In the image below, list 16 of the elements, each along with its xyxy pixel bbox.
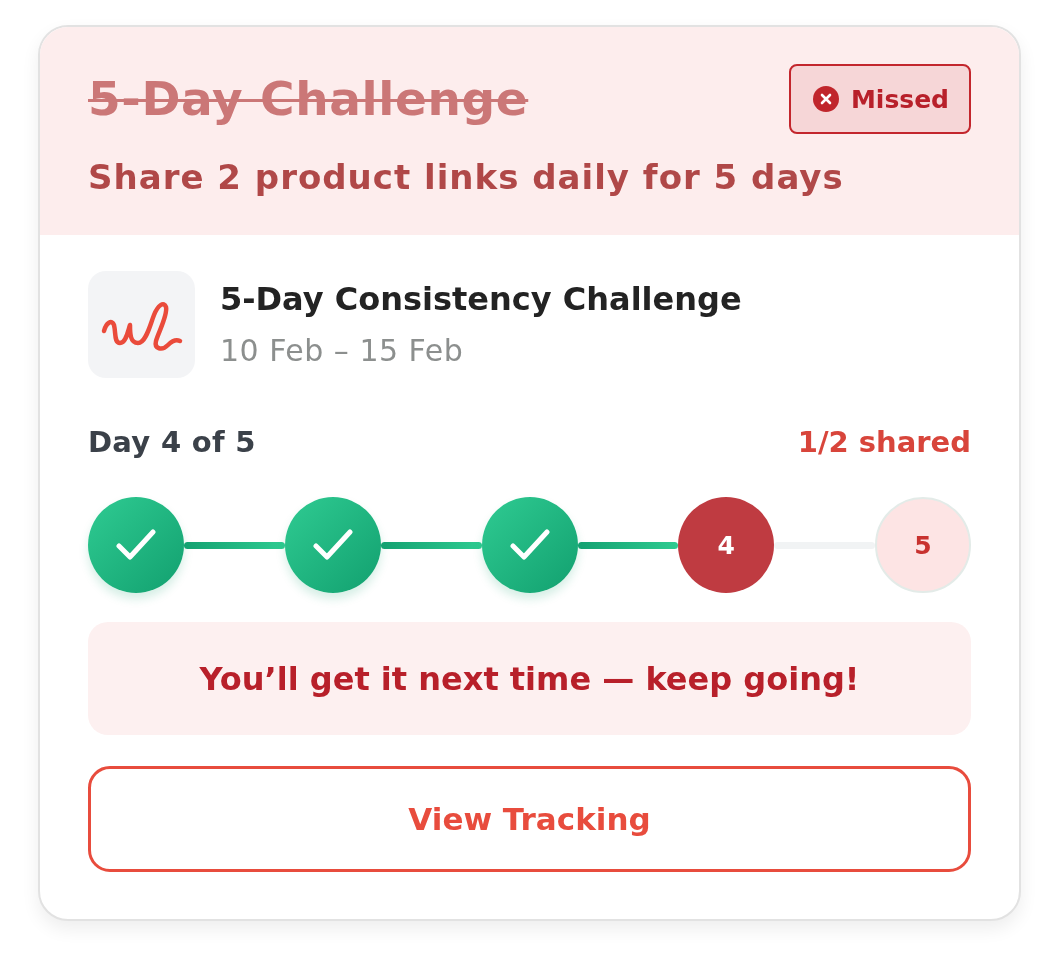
challenge-title: 5-Day Challenge [88,71,529,127]
script-logo-icon [88,271,195,378]
view-tracking-button[interactable]: View Tracking [88,766,971,872]
challenge-name: 5-Day Consistency Challenge [220,279,742,319]
check-icon [509,529,550,561]
day-step: 5 [875,497,971,593]
challenge-subtitle: Share 2 product links daily for 5 days [88,156,845,199]
date-range: 10 Feb – 15 Feb [220,333,465,369]
check-icon [312,529,353,561]
encouragement-message: You’ll get it next time — keep going! [88,622,971,735]
check-icon [116,529,156,561]
close-circle-icon [812,86,839,112]
day-step: 4 [678,497,775,593]
day-counter: Day 4 of 5 [88,424,256,460]
shared-count: 1/2 shared [797,424,971,460]
status-label: Missed [850,84,949,114]
